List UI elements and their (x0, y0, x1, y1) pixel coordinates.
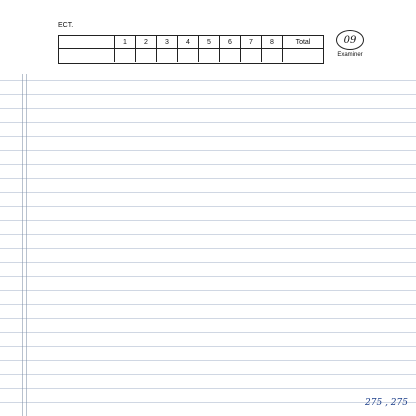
handwritten-line (24, 338, 408, 352)
margin-line (22, 74, 23, 416)
score-row-label (59, 36, 115, 49)
handwritten-line (24, 240, 408, 254)
section-label: ECT. (58, 22, 74, 29)
handwritten-line (24, 212, 408, 226)
handwritten-line (24, 86, 408, 100)
score-cell (178, 49, 199, 62)
score-cell (115, 49, 136, 62)
handwritten-line (24, 198, 408, 212)
handwritten-line (24, 142, 408, 156)
handwritten-line (24, 184, 408, 198)
examiner-score-box: 09 Examiner (328, 30, 372, 64)
score-column-header: 8 (262, 36, 283, 49)
examiner-label: Examiner (337, 52, 363, 58)
handwritten-line (24, 128, 408, 142)
handwritten-line (24, 226, 408, 240)
handwritten-line (24, 156, 408, 170)
handwritten-line (24, 72, 408, 86)
score-cell (136, 49, 157, 62)
handwritten-line (24, 324, 408, 338)
score-column-header-total: Total (283, 36, 323, 49)
score-column-header: 5 (199, 36, 220, 49)
score-column-header: 2 (136, 36, 157, 49)
score-cell (157, 49, 178, 62)
score-column-header: 6 (220, 36, 241, 49)
handwritten-line (24, 254, 408, 268)
score-cell (262, 49, 283, 62)
score-row-label (59, 49, 115, 62)
footer-marks: 275 , 275 (24, 398, 408, 412)
handwritten-line (24, 380, 408, 394)
score-column-header: 3 (157, 36, 178, 49)
score-cell (220, 49, 241, 62)
answer-area (24, 72, 408, 412)
handwritten-line (24, 310, 408, 324)
score-table: 1 2 3 4 5 6 7 8 Total (58, 35, 324, 64)
handwritten-line (24, 352, 408, 366)
score-column-header: 1 (115, 36, 136, 49)
handwritten-line (24, 170, 408, 184)
handwritten-line (24, 366, 408, 380)
score-cell (241, 49, 262, 62)
score-cell (199, 49, 220, 62)
handwritten-line (24, 282, 408, 296)
handwritten-line (24, 100, 408, 114)
score-cell-total (283, 49, 323, 62)
score-column-header: 7 (241, 36, 262, 49)
handwritten-line (24, 114, 408, 128)
footer-right: 275 , 275 (365, 398, 408, 408)
handwritten-line (24, 296, 408, 310)
examiner-score: 09 (336, 30, 364, 50)
score-column-header: 4 (178, 36, 199, 49)
handwritten-line (24, 268, 408, 282)
